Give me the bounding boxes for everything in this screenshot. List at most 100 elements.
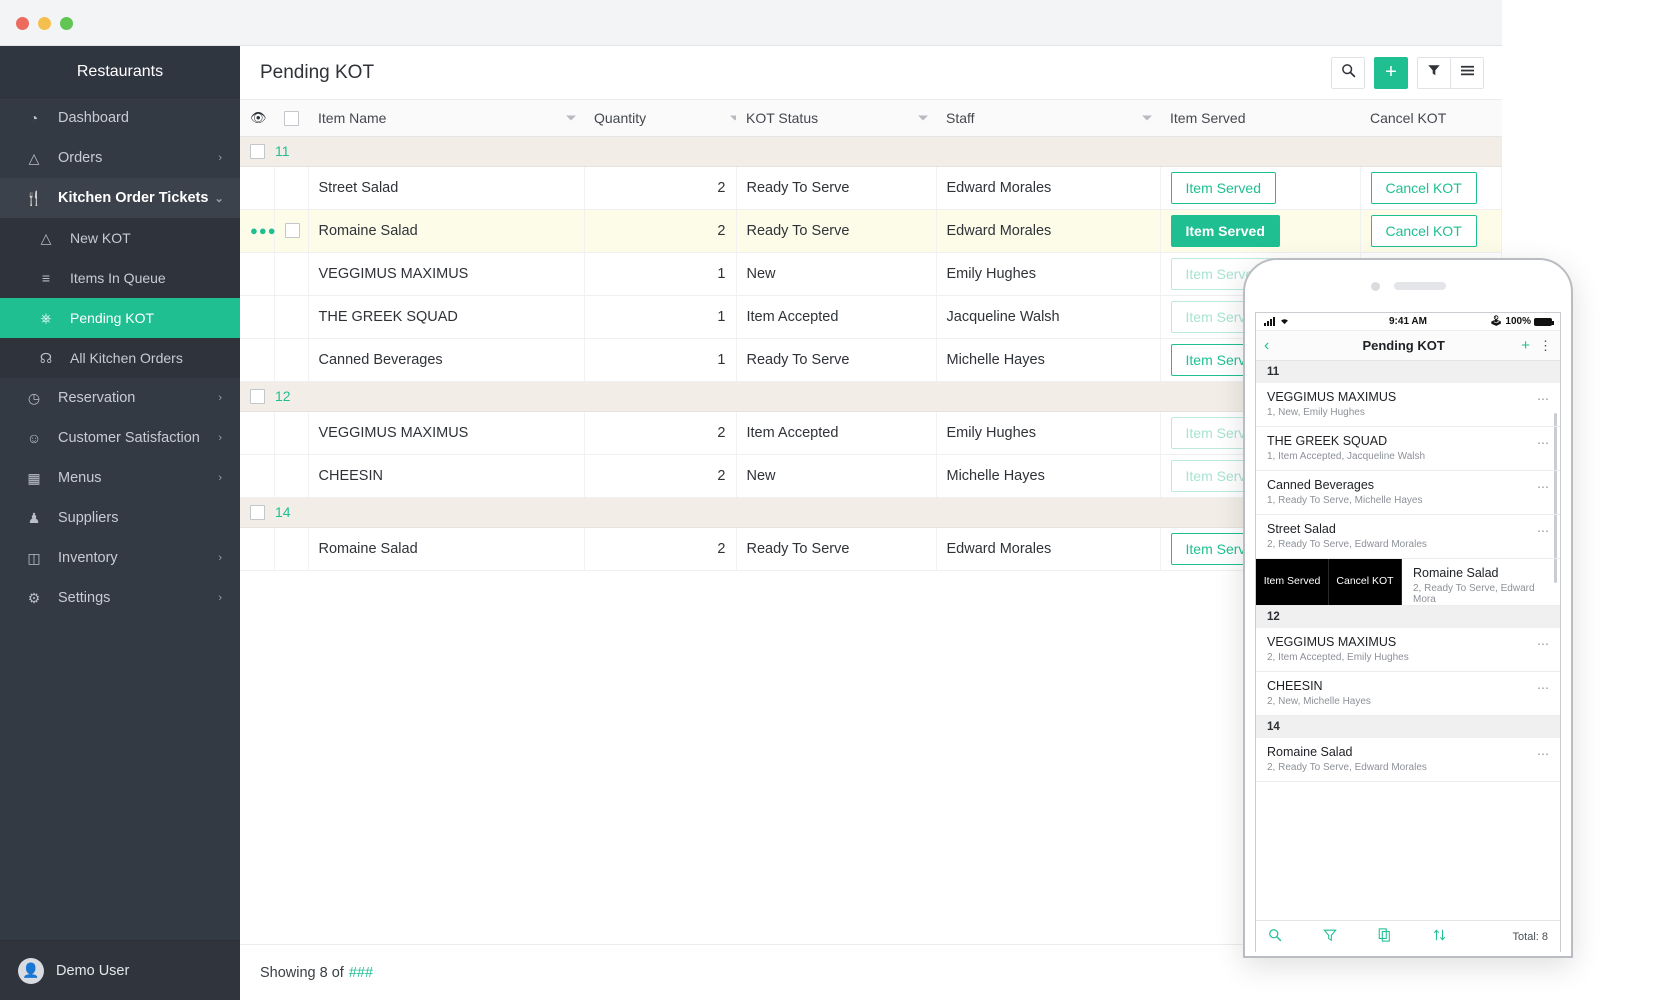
sidebar-user[interactable]: 👤 Demo User (0, 940, 240, 1000)
column-header-staff[interactable]: Staff (936, 100, 1160, 137)
sidebar-item-new-kot[interactable]: △ New KOT (0, 218, 240, 258)
search-button[interactable] (1331, 56, 1365, 89)
sidebar-item-reservation[interactable]: ◷ Reservation › (0, 378, 240, 418)
sidebar-item-orders[interactable]: △ Orders › (0, 138, 240, 178)
phone-item-subtitle: 1, Ready To Serve, Michelle Hayes (1267, 495, 1423, 506)
chevron-right-icon: › (218, 392, 222, 404)
column-header-label: Staff (946, 109, 975, 126)
sort-caret-icon[interactable] (566, 115, 576, 121)
list-item[interactable]: VEGGIMUS MAXIMUS 1, New, Emily Hughes ⋯ (1256, 383, 1560, 427)
row-select-cell[interactable] (274, 252, 309, 296)
cell-kot-status: Ready To Serve (736, 527, 937, 571)
row-more-icon[interactable]: ●●● (250, 223, 277, 238)
column-header-cancel-kot[interactable]: Cancel KOT (1360, 100, 1502, 137)
sidebar-item-customer-satisfaction[interactable]: ☺ Customer Satisfaction › (0, 418, 240, 458)
sidebar-item-items-in-queue[interactable]: ≡ Items In Queue (0, 258, 240, 298)
filter-button[interactable] (1417, 56, 1451, 89)
table-row[interactable]: Street Salad 2 Ready To Serve Edward Morale… (240, 166, 1502, 210)
phone-item-title: Canned Beverages (1267, 478, 1375, 492)
group-select-checkbox[interactable] (250, 504, 265, 520)
phone-item-more-icon[interactable]: ⋯ (1537, 480, 1550, 494)
kot-group-row[interactable]: 11 (240, 136, 1502, 167)
row-actions-cell[interactable]: ●●● (240, 209, 277, 253)
maximize-window-button[interactable] (60, 17, 73, 30)
row-select-cell[interactable] (274, 527, 309, 571)
group-select-checkbox[interactable] (250, 143, 265, 159)
column-visibility-toggle[interactable]: 👁 (240, 100, 274, 137)
item-served-button[interactable]: Item Served (1170, 214, 1280, 247)
select-all-checkbox[interactable] (284, 111, 299, 127)
sidebar-item-suppliers[interactable]: ♟ Suppliers (0, 498, 240, 538)
cell-staff: Emily Hughes (936, 411, 1161, 455)
phone-item-more-icon[interactable]: ⋯ (1537, 747, 1550, 761)
row-checkbox[interactable] (284, 223, 300, 239)
row-actions-cell[interactable] (240, 252, 275, 296)
sidebar-submenu-kot: △ New KOT ≡ Items In Queue ⎈ Pending KOT… (0, 218, 240, 378)
filter-icon[interactable] (1323, 928, 1378, 945)
cell-item-name: Romaine Salad (308, 527, 585, 571)
row-actions-cell[interactable] (240, 295, 275, 339)
phone-cancel-kot-button[interactable]: Cancel KOT (1329, 559, 1402, 605)
window-controls[interactable] (16, 17, 73, 30)
cancel-kot-button[interactable]: Cancel KOT (1370, 171, 1477, 204)
close-window-button[interactable] (16, 17, 29, 30)
more-vertical-icon[interactable]: ⋮ (1539, 338, 1552, 354)
phone-list-item-swiped[interactable]: Item Served Cancel KOT Romaine Salad 2, Rea… (1256, 559, 1560, 606)
row-select-cell[interactable] (274, 166, 309, 210)
column-header-kot-status[interactable]: KOT Status (736, 100, 936, 137)
sidebar-item-kitchen-order-tickets[interactable]: 🍴 Kitchen Order Tickets ⌄ (0, 178, 240, 218)
cancel-kot-button[interactable]: Cancel KOT (1370, 214, 1477, 247)
copy-icon[interactable] (1378, 928, 1433, 945)
list-item[interactable]: Street Salad 2, Ready To Serve, Edward Mo… (1256, 515, 1560, 559)
row-actions-cell[interactable] (240, 338, 275, 382)
footer-showing-text: Showing 8 of (260, 964, 344, 981)
row-actions-cell[interactable] (240, 411, 275, 455)
list-item[interactable]: VEGGIMUS MAXIMUS 2, Item Accepted, Emily … (1256, 628, 1560, 672)
row-select-cell[interactable] (274, 209, 309, 253)
sidebar-item-menus[interactable]: ▦ Menus › (0, 458, 240, 498)
item-served-button[interactable]: Item Served (1170, 171, 1276, 204)
row-select-cell[interactable] (274, 295, 309, 339)
phone-item-more-icon[interactable]: ⋯ (1537, 681, 1550, 695)
chevron-left-icon[interactable]: ‹ (1264, 337, 1286, 355)
phone-item-subtitle: 2, New, Michelle Hayes (1267, 696, 1371, 707)
phone-item-more-icon[interactable]: ⋯ (1537, 392, 1550, 406)
plus-icon[interactable]: + (1521, 337, 1530, 354)
add-button[interactable]: + (1374, 56, 1408, 89)
search-icon[interactable] (1268, 928, 1323, 945)
row-select-cell[interactable] (274, 338, 309, 382)
column-header-item-name[interactable]: Item Name (308, 100, 584, 137)
table-row[interactable]: ●●● Romaine Salad 2 Ready To Serve Edward Mo… (240, 209, 1502, 253)
row-actions-cell[interactable] (240, 527, 275, 571)
phone-item-served-button[interactable]: Item Served (1256, 559, 1329, 605)
menu-button[interactable] (1450, 56, 1484, 89)
sidebar-item-all-kitchen-orders[interactable]: ☊ All Kitchen Orders (0, 338, 240, 378)
group-select-checkbox[interactable] (250, 388, 265, 404)
phone-list[interactable]: 11 VEGGIMUS MAXIMUS 1, New, Emily Hughes ⋯ T… (1256, 361, 1560, 920)
list-item[interactable]: THE GREEK SQUAD 1, Item Accepted, Jacquel… (1256, 427, 1560, 471)
sidebar-item-dashboard[interactable]: ◔ Dashboard (0, 98, 240, 138)
sidebar-item-settings[interactable]: ⚙ Settings › (0, 578, 240, 618)
select-all-header[interactable] (274, 100, 308, 137)
list-item[interactable]: Romaine Salad 2, Ready To Serve, Edward M… (1256, 738, 1560, 782)
sidebar-item-inventory[interactable]: ◫ Inventory › (0, 538, 240, 578)
box-icon: ◫ (27, 549, 41, 566)
phone-item-more-icon[interactable]: ⋯ (1537, 637, 1550, 651)
phone-item-more-icon[interactable]: ⋯ (1537, 436, 1550, 450)
row-actions-cell[interactable] (240, 166, 275, 210)
list-item[interactable]: Canned Beverages 1, Ready To Serve, Miche… (1256, 471, 1560, 515)
list-item[interactable]: CHEESIN 2, New, Michelle Hayes ⋯ (1256, 672, 1560, 716)
minimize-window-button[interactable] (38, 17, 51, 30)
sidebar-item-pending-kot[interactable]: ⎈ Pending KOT (0, 298, 240, 338)
row-actions-cell[interactable] (240, 454, 275, 498)
column-header-quantity[interactable]: Quantity (584, 100, 740, 137)
phone-item-more-icon[interactable]: ⋯ (1537, 524, 1550, 538)
sort-icon[interactable] (1433, 928, 1488, 945)
column-header-item-served[interactable]: Item Served (1160, 100, 1360, 137)
gauge-icon: ◔ (29, 110, 39, 126)
sidebar-item-label: Orders (58, 150, 103, 166)
row-select-cell[interactable] (274, 411, 309, 455)
row-select-cell[interactable] (274, 454, 309, 498)
sort-caret-icon[interactable] (918, 115, 928, 121)
sort-caret-icon[interactable] (1142, 115, 1152, 121)
